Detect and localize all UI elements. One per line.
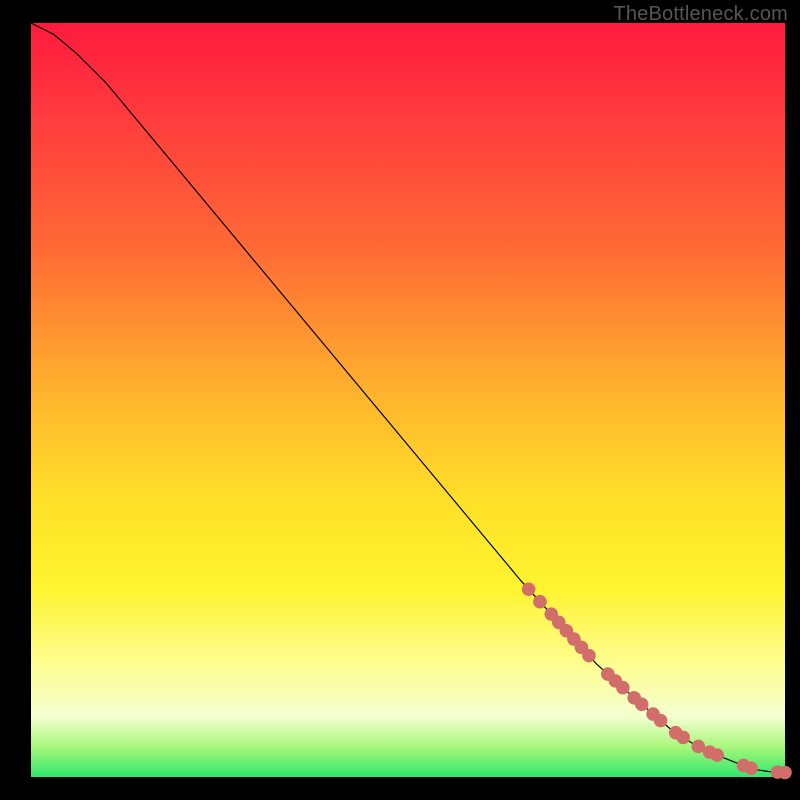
curve-marker [582,649,596,663]
curve-marker [635,698,649,712]
bottleneck-curve-line [31,23,785,772]
curve-markers [522,582,792,779]
curve-marker [616,681,630,695]
curve-marker [676,731,690,745]
curve-marker [654,714,668,728]
curve-marker [522,582,536,596]
curve-marker [533,595,547,609]
curve-marker [710,748,724,762]
curve-svg [31,23,785,777]
curve-marker [744,761,758,775]
watermark-text: TheBottleneck.com [613,3,788,26]
chart-frame: TheBottleneck.com [0,0,800,800]
curve-marker [778,766,792,780]
plot-area [31,23,785,777]
